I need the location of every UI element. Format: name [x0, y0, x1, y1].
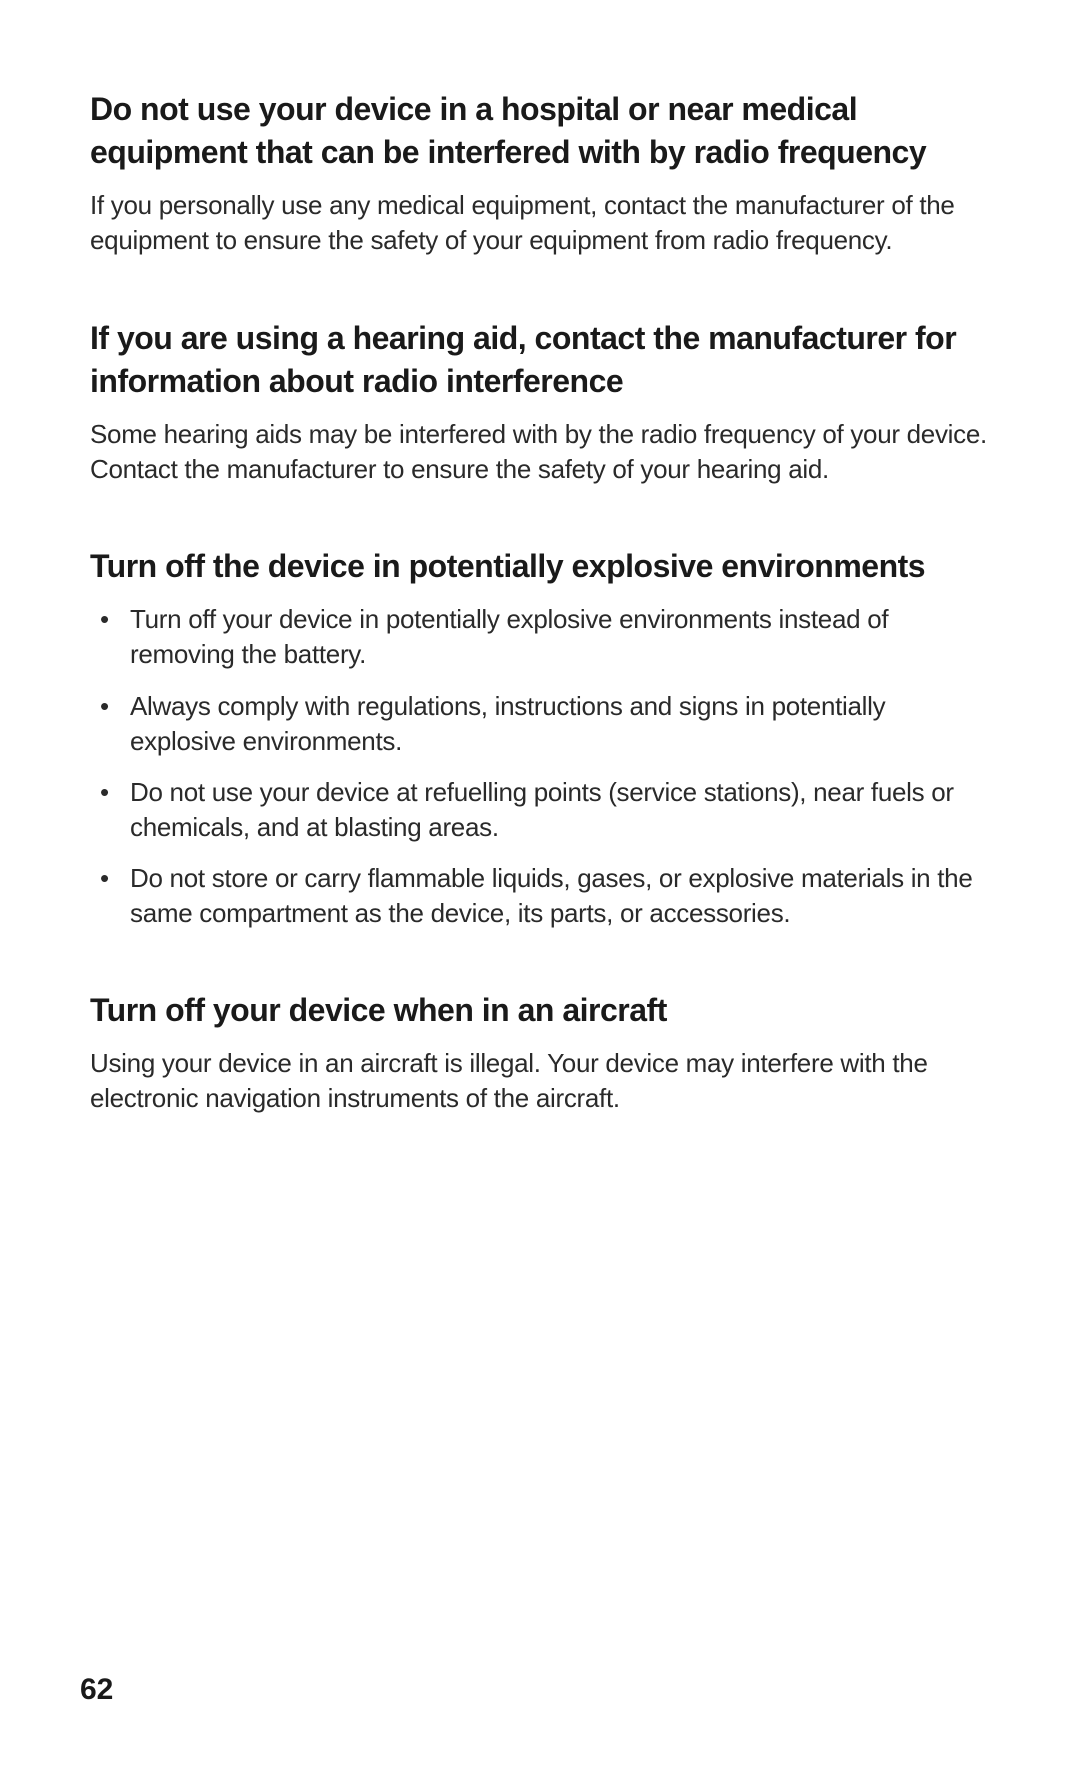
- section-explosive: Turn off the device in potentially explo…: [90, 545, 990, 931]
- list-item: Do not store or carry flammable liquids,…: [122, 861, 990, 931]
- section-aircraft: Turn off your device when in an aircraft…: [90, 989, 990, 1116]
- document-page: Do not use your device in a hospital or …: [0, 0, 1080, 1116]
- list-item: Turn off your device in potentially expl…: [122, 602, 990, 672]
- para-aircraft: Using your device in an aircraft is ille…: [90, 1046, 990, 1116]
- bullets-explosive: Turn off your device in potentially expl…: [90, 602, 990, 931]
- list-item: Always comply with regulations, instruct…: [122, 689, 990, 759]
- section-hearing-aid: If you are using a hearing aid, contact …: [90, 317, 990, 488]
- para-hospital: If you personally use any medical equipm…: [90, 188, 990, 258]
- para-hearing-aid: Some hearing aids may be interfered with…: [90, 417, 990, 487]
- section-hospital: Do not use your device in a hospital or …: [90, 88, 990, 259]
- heading-explosive: Turn off the device in potentially explo…: [90, 545, 990, 588]
- heading-hearing-aid: If you are using a hearing aid, contact …: [90, 317, 990, 403]
- heading-hospital: Do not use your device in a hospital or …: [90, 88, 990, 174]
- page-number: 62: [80, 1673, 113, 1707]
- heading-aircraft: Turn off your device when in an aircraft: [90, 989, 990, 1032]
- list-item: Do not use your device at refuelling poi…: [122, 775, 990, 845]
